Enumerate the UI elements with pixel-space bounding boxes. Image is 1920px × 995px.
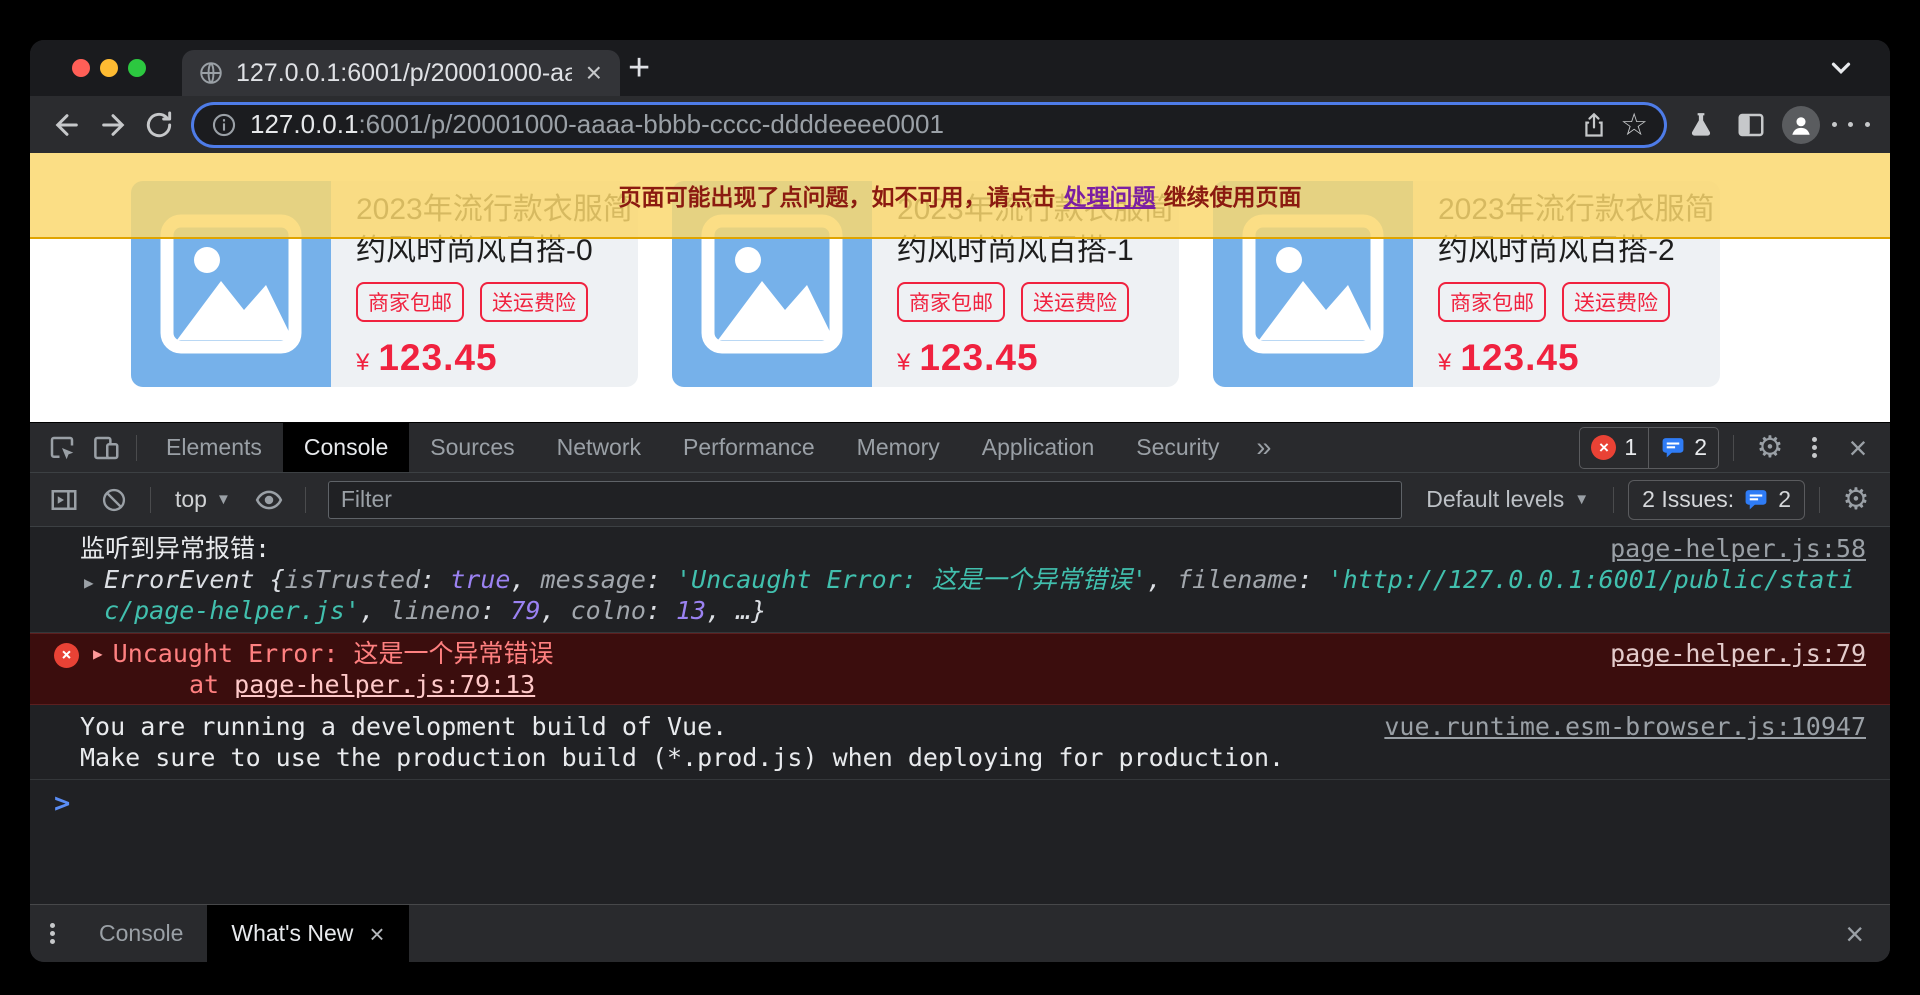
browser-window: 127.0.0.1:6001/p/20001000-aa × + xyxy=(30,40,1890,962)
execution-context-selector[interactable]: top ▼ xyxy=(165,486,241,513)
drawer-menu-kebab-icon[interactable] xyxy=(30,920,75,947)
devtools-tab-bar: Elements Console Sources Network Perform… xyxy=(30,423,1890,473)
tab-console[interactable]: Console xyxy=(283,423,409,472)
source-link[interactable]: vue.runtime.esm-browser.js:10947 xyxy=(1384,711,1866,742)
browser-tab[interactable]: 127.0.0.1:6001/p/20001000-aa × xyxy=(182,50,620,96)
console-error-entry: × ▶ Uncaught Error: 这是一个异常错误 page-helper.… xyxy=(30,633,1890,705)
console-output: 监听到异常报错: page-helper.js:58 ▶ ErrorEvent … xyxy=(30,527,1890,904)
tab-search-chevron-icon[interactable] xyxy=(1826,56,1856,80)
window-controls xyxy=(72,59,146,77)
browser-toolbar: 127.0.0.1:6001/p/20001000-aaaa-bbbb-cccc… xyxy=(30,96,1890,153)
product-price: ¥123.45 xyxy=(897,337,1174,379)
tag-shipping-insurance: 送运费险 xyxy=(480,282,588,322)
source-link[interactable]: page-helper.js:79 xyxy=(1610,638,1866,669)
error-circle-icon: × xyxy=(54,643,79,668)
issues-button[interactable]: 2 Issues: 2 xyxy=(1628,480,1805,520)
profile-avatar[interactable] xyxy=(1776,102,1826,148)
devtools-menu-kebab-icon[interactable] xyxy=(1792,426,1836,470)
console-filter-input[interactable] xyxy=(328,481,1402,519)
page-warning-banner: 页面可能出现了点问题，如不可用，请点击 处理问题 继续使用页面 xyxy=(30,153,1890,239)
error-message: Uncaught Error: 这是一个异常错误 xyxy=(113,639,554,668)
clear-console-icon[interactable] xyxy=(92,478,136,522)
tab-elements[interactable]: Elements xyxy=(145,423,283,472)
chevron-down-icon: ▼ xyxy=(1574,491,1589,508)
devtools-close-icon[interactable]: × xyxy=(1836,426,1880,470)
device-toolbar-icon[interactable] xyxy=(84,426,128,470)
close-drawer-tab-icon[interactable]: × xyxy=(369,921,384,947)
console-log-entry: 监听到异常报错: page-helper.js:58 ▶ ErrorEvent … xyxy=(30,527,1890,633)
banner-text-after: 继续使用页面 xyxy=(1164,178,1302,212)
error-count-badge[interactable]: × 1 xyxy=(1579,427,1649,469)
console-sidebar-icon[interactable] xyxy=(42,478,86,522)
site-info-icon[interactable] xyxy=(210,111,238,139)
back-button[interactable] xyxy=(44,102,90,148)
tab-application[interactable]: Application xyxy=(961,423,1116,472)
url-path: :6001/p/20001000-aaaa-bbbb-cccc-ddddeeee… xyxy=(358,109,943,139)
banner-handle-issue-link[interactable]: 处理问题 xyxy=(1064,178,1156,212)
chevron-down-icon: ▼ xyxy=(216,491,231,508)
tab-network[interactable]: Network xyxy=(536,423,662,472)
stack-trace: at page-helper.js:79:13 xyxy=(189,669,1866,700)
share-icon[interactable] xyxy=(1580,111,1608,139)
bookmark-star-icon[interactable]: ☆ xyxy=(1620,109,1648,140)
message-count-badge[interactable]: 2 xyxy=(1648,427,1719,469)
page-content: 2023年流行款衣服简 约风时尚风百搭-0 商家包邮 送运费险 ¥123.45 xyxy=(30,153,1890,422)
object-preview[interactable]: ▶ ErrorEvent {isTrusted: true, message: … xyxy=(54,564,1866,626)
tag-free-shipping: 商家包邮 xyxy=(356,282,464,322)
devtools-panel: Elements Console Sources Network Perform… xyxy=(30,422,1890,962)
url-text[interactable]: 127.0.0.1:6001/p/20001000-aaaa-bbbb-cccc… xyxy=(250,109,1568,140)
new-tab-button[interactable]: + xyxy=(620,48,658,88)
tab-sources[interactable]: Sources xyxy=(409,423,535,472)
tab-title: 127.0.0.1:6001/p/20001000-aa xyxy=(236,59,572,88)
tag-free-shipping: 商家包邮 xyxy=(897,282,1005,322)
message-bubble-icon xyxy=(1743,487,1769,512)
log-message: 监听到异常报错: xyxy=(54,533,270,564)
console-settings-gear-icon[interactable]: ⚙ xyxy=(1834,478,1878,522)
devtools-drawer: Console What's New × × xyxy=(30,904,1890,962)
drawer-close-icon[interactable]: × xyxy=(1819,918,1890,950)
close-window-button[interactable] xyxy=(72,59,90,77)
prompt-chevron-icon: > xyxy=(54,788,70,819)
drawer-tab-console[interactable]: Console xyxy=(75,905,207,962)
tab-security[interactable]: Security xyxy=(1115,423,1240,472)
product-price: ¥123.45 xyxy=(356,337,633,379)
reload-button[interactable] xyxy=(136,102,182,148)
minimize-window-button[interactable] xyxy=(100,59,118,77)
more-tabs-icon[interactable]: » xyxy=(1240,432,1287,463)
console-warning-entry: You are running a development build of V… xyxy=(30,705,1890,780)
expand-triangle-icon[interactable]: ▶ xyxy=(84,567,94,598)
address-bar[interactable]: 127.0.0.1:6001/p/20001000-aaaa-bbbb-cccc… xyxy=(194,105,1664,145)
side-panel-icon[interactable] xyxy=(1726,102,1776,148)
inspect-element-icon[interactable] xyxy=(40,426,84,470)
tab-close-icon[interactable]: × xyxy=(584,59,604,87)
log-message: You are running a development build of V… xyxy=(54,711,727,742)
beaker-extension-icon[interactable] xyxy=(1676,102,1726,148)
drawer-tab-whats-new[interactable]: What's New × xyxy=(207,905,408,962)
forward-button[interactable] xyxy=(90,102,136,148)
message-bubble-icon xyxy=(1660,435,1686,460)
tag-shipping-insurance: 送运费险 xyxy=(1021,282,1129,322)
console-prompt[interactable]: > xyxy=(30,780,1890,827)
tag-shipping-insurance: 送运费险 xyxy=(1562,282,1670,322)
tag-free-shipping: 商家包邮 xyxy=(1438,282,1546,322)
tab-memory[interactable]: Memory xyxy=(836,423,961,472)
log-levels-selector[interactable]: Default levels ▼ xyxy=(1416,486,1599,513)
product-price: ¥123.45 xyxy=(1438,337,1715,379)
console-toolbar: top ▼ Default levels ▼ 2 Issues: xyxy=(30,473,1890,527)
source-link[interactable]: page-helper.js:58 xyxy=(1610,533,1866,564)
browser-menu-kebab-icon[interactable] xyxy=(1826,102,1876,148)
banner-text-before: 页面可能出现了点问题，如不可用，请点击 xyxy=(619,178,1056,212)
error-circle-icon: × xyxy=(1591,435,1616,460)
log-message: Make sure to use the production build (*… xyxy=(54,742,1284,773)
fullscreen-window-button[interactable] xyxy=(128,59,146,77)
tab-performance[interactable]: Performance xyxy=(662,423,836,472)
url-host: 127.0.0.1 xyxy=(250,109,358,139)
live-expression-eye-icon[interactable] xyxy=(247,478,291,522)
tab-strip: 127.0.0.1:6001/p/20001000-aa × + xyxy=(30,40,1890,96)
expand-triangle-icon[interactable]: ▶ xyxy=(93,644,103,663)
globe-icon xyxy=(198,60,224,86)
devtools-settings-gear-icon[interactable]: ⚙ xyxy=(1748,426,1792,470)
stack-frame-link[interactable]: page-helper.js:79:13 xyxy=(234,670,535,699)
